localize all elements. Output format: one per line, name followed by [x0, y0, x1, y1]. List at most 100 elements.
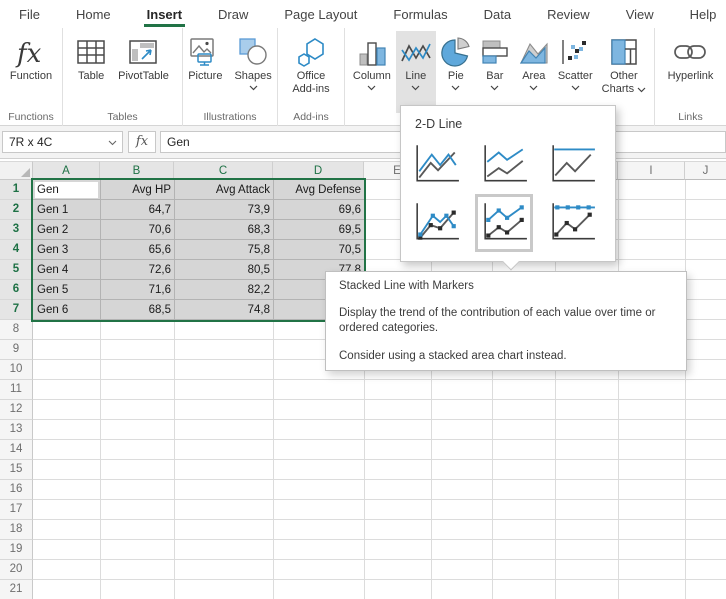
cell[interactable]: Gen 6	[37, 300, 97, 320]
cell[interactable]: Gen 5	[37, 280, 97, 300]
scatter-chart-button[interactable]: Scatter	[554, 31, 597, 113]
chevron-down-icon[interactable]	[490, 85, 499, 91]
row-header-11[interactable]: 11	[0, 380, 33, 400]
chevron-down-icon[interactable]	[637, 87, 646, 93]
row-header-4[interactable]: 4	[0, 240, 33, 260]
tab-data[interactable]: Data	[481, 0, 514, 28]
tab-view[interactable]: View	[623, 0, 657, 28]
picture-button[interactable]: Picture	[184, 31, 226, 113]
menu-bar: File Home Insert Draw Page Layout Formul…	[0, 0, 726, 28]
row-header-17[interactable]: 17	[0, 500, 33, 520]
row-header-19[interactable]: 19	[0, 540, 33, 560]
row-header-15[interactable]: 15	[0, 460, 33, 480]
row-header-3[interactable]: 3	[0, 220, 33, 240]
chevron-down-icon[interactable]	[411, 85, 420, 91]
cell[interactable]: 69,5	[275, 220, 361, 240]
column-header-a[interactable]: A	[33, 161, 100, 180]
tab-insert[interactable]: Insert	[144, 0, 185, 28]
cell[interactable]: 68,5	[102, 300, 171, 320]
tab-home[interactable]: Home	[73, 0, 114, 28]
cell[interactable]: 64,7	[102, 200, 171, 220]
other-charts-button[interactable]: Other Charts	[598, 31, 650, 113]
column-header-j[interactable]: J	[685, 161, 726, 180]
name-box-chevron-icon[interactable]	[108, 140, 117, 146]
line-with-markers-thumb[interactable]	[413, 200, 461, 244]
cell[interactable]: 65,6	[102, 240, 171, 260]
cell[interactable]: Gen 3	[37, 240, 97, 260]
column-header-i[interactable]: I	[618, 161, 685, 180]
area-chart-button[interactable]: Area	[515, 31, 553, 113]
pie-chart-button[interactable]: Pie	[437, 31, 475, 113]
svg-text:fx: fx	[15, 39, 42, 68]
cell[interactable]: 82,2	[176, 280, 270, 300]
tab-page-layout[interactable]: Page Layout	[281, 0, 360, 28]
cell[interactable]: 72,6	[102, 260, 171, 280]
row-header-21[interactable]: 21	[0, 580, 33, 599]
table-button[interactable]: Table	[72, 31, 110, 113]
row-header-1[interactable]: 1	[0, 180, 33, 200]
column-header-c[interactable]: C	[174, 161, 273, 180]
row-header-7[interactable]: 7	[0, 300, 33, 320]
row-header-14[interactable]: 14	[0, 440, 33, 460]
100-stacked-line-thumb[interactable]	[549, 142, 597, 186]
cell[interactable]: 73,9	[176, 200, 270, 220]
cell[interactable]: 71,6	[102, 280, 171, 300]
chevron-down-icon[interactable]	[571, 85, 580, 91]
row-header-5[interactable]: 5	[0, 260, 33, 280]
row-header-6[interactable]: 6	[0, 280, 33, 300]
active-tab-underline	[144, 24, 185, 27]
chevron-down-icon[interactable]	[367, 85, 376, 91]
stacked-line-thumb[interactable]	[481, 142, 529, 186]
cell[interactable]: Avg Attack	[176, 180, 270, 200]
cell[interactable]: 70,5	[275, 240, 361, 260]
fx-icon: fx	[13, 34, 49, 70]
cell[interactable]: 80,5	[176, 260, 270, 280]
insert-function-button[interactable]: fx	[128, 131, 156, 153]
column-chart-button[interactable]: Column	[349, 31, 395, 113]
selection-gridline	[100, 180, 101, 320]
cell[interactable]: 75,8	[176, 240, 270, 260]
line-thumb[interactable]	[413, 142, 461, 186]
row-header-2[interactable]: 2	[0, 200, 33, 220]
row-header-12[interactable]: 12	[0, 400, 33, 420]
stacked-line-with-markers-thumb[interactable]	[481, 200, 529, 244]
chevron-down-icon[interactable]	[529, 85, 538, 91]
tab-file[interactable]: File	[16, 0, 43, 28]
pivottable-button[interactable]: PivotTable	[114, 31, 173, 113]
group-label-addins: Add-ins	[278, 111, 344, 123]
column-header-b[interactable]: B	[100, 161, 174, 180]
column-header-d[interactable]: D	[273, 161, 364, 180]
name-box[interactable]	[2, 131, 123, 153]
office-addins-button[interactable]: Office Add-ins	[288, 31, 333, 113]
chevron-down-icon[interactable]	[451, 85, 460, 91]
line-chart-button[interactable]: Line	[396, 31, 436, 113]
cell[interactable]: Gen	[37, 180, 97, 200]
row-header-18[interactable]: 18	[0, 520, 33, 540]
cell[interactable]: 69,6	[275, 200, 361, 220]
cell[interactable]: Gen 2	[37, 220, 97, 240]
tab-help[interactable]: Help	[687, 0, 720, 28]
cell[interactable]: 68,3	[176, 220, 270, 240]
row-header-10[interactable]: 10	[0, 360, 33, 380]
cell[interactable]: Gen 1	[37, 200, 97, 220]
bar-chart-button[interactable]: Bar	[476, 31, 514, 113]
cell[interactable]: 74,8	[176, 300, 270, 320]
shapes-button[interactable]: Shapes	[230, 31, 275, 113]
cell[interactable]: 70,6	[102, 220, 171, 240]
function-button[interactable]: fx Function	[6, 31, 56, 113]
row-header-9[interactable]: 9	[0, 340, 33, 360]
hyperlink-button[interactable]: Hyperlink	[664, 31, 718, 113]
select-all-corner[interactable]	[0, 161, 33, 180]
row-header-8[interactable]: 8	[0, 320, 33, 340]
100-stacked-line-with-markers-thumb[interactable]	[549, 200, 597, 244]
cell[interactable]: Gen 4	[37, 260, 97, 280]
row-header-13[interactable]: 13	[0, 420, 33, 440]
row-header-20[interactable]: 20	[0, 560, 33, 580]
tab-draw[interactable]: Draw	[215, 0, 251, 28]
cell[interactable]: Avg HP	[102, 180, 171, 200]
tab-review[interactable]: Review	[544, 0, 593, 28]
cell[interactable]: Avg Defense	[275, 180, 361, 200]
chevron-down-icon[interactable]	[249, 85, 258, 91]
row-header-16[interactable]: 16	[0, 480, 33, 500]
tab-formulas[interactable]: Formulas	[390, 0, 450, 28]
